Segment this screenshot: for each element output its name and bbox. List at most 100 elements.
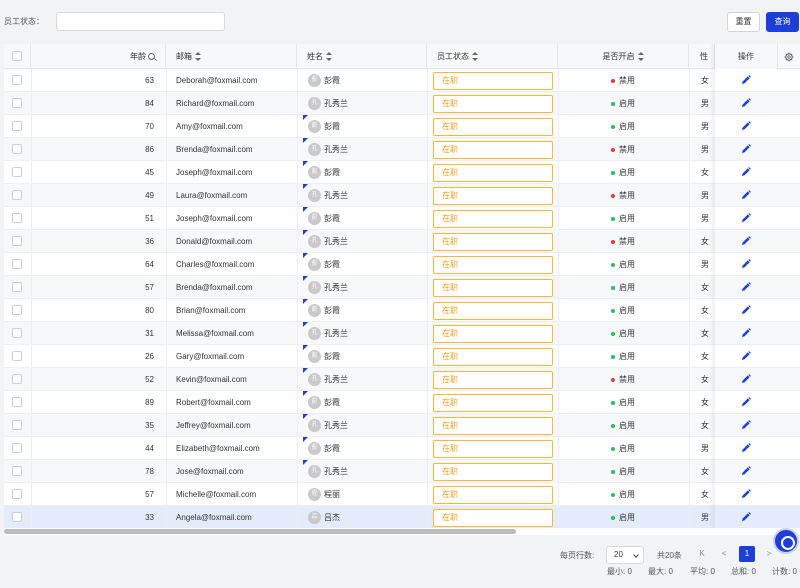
header-age[interactable]: 年龄 — [31, 44, 166, 69]
row-checkbox[interactable] — [12, 282, 22, 292]
row-checkbox[interactable] — [12, 167, 22, 177]
table-row[interactable]: 36 Donald@foxmail.com 孔孔秀兰 在职 禁用 女 — [4, 230, 800, 253]
header-email[interactable]: 邮箱 — [166, 44, 297, 69]
enabled-cell: 启用 — [619, 306, 635, 315]
row-checkbox[interactable] — [12, 75, 22, 85]
help-chat-button[interactable] — [773, 528, 799, 554]
gender-cell: 女 — [701, 490, 709, 499]
status-select[interactable]: 在职 — [433, 371, 553, 389]
row-checkbox[interactable] — [12, 305, 22, 315]
table-row[interactable]: 51 Joseph@foxmail.com 彭彭霞 在职 启用 男 — [4, 207, 800, 230]
row-checkbox[interactable] — [12, 328, 22, 338]
status-select[interactable]: 在职 — [433, 256, 553, 274]
table-row[interactable]: 70 Amy@foxmail.com 彭彭霞 在职 启用 男 — [4, 115, 800, 138]
row-checkbox[interactable] — [12, 121, 22, 131]
name-cell: 程丽 — [324, 490, 340, 499]
status-select[interactable]: 在职 — [433, 141, 553, 159]
status-dot — [611, 240, 615, 244]
gear-icon[interactable] — [784, 52, 794, 62]
avatar: 吕 — [308, 511, 321, 524]
status-select[interactable]: 在职 — [433, 279, 553, 297]
enabled-cell: 启用 — [619, 214, 635, 223]
name-cell: 孔秀兰 — [324, 99, 348, 108]
table-row[interactable]: 31 Melissa@foxmail.com 孔孔秀兰 在职 启用 女 — [4, 322, 800, 345]
status-select[interactable]: 在职 — [433, 486, 553, 504]
prev-page-button[interactable]: < — [716, 546, 732, 562]
status-select[interactable]: 在职 — [433, 509, 553, 527]
query-button[interactable]: 查询 — [766, 12, 799, 32]
table-row[interactable]: 44 Elizabeth@foxmail.com 彭彭霞 在职 启用 男 — [4, 437, 800, 460]
table-row[interactable]: 80 Brian@foxmail.com 彭彭霞 在职 启用 女 — [4, 299, 800, 322]
status-filter-input[interactable] — [56, 12, 225, 31]
status-select[interactable]: 在职 — [433, 325, 553, 343]
table-row[interactable]: 86 Brenda@foxmail.com 孔孔秀兰 在职 禁用 男 — [4, 138, 800, 161]
row-checkbox[interactable] — [12, 351, 22, 361]
search-icon[interactable] — [148, 53, 155, 61]
status-select[interactable]: 在职 — [433, 440, 553, 458]
status-select[interactable]: 在职 — [433, 348, 553, 366]
sort-icon[interactable] — [325, 52, 332, 62]
table-row[interactable]: 45 Joseph@foxmail.com 彭彭霞 在职 启用 女 — [4, 161, 800, 184]
reset-button[interactable]: 重置 — [727, 12, 760, 32]
status-select[interactable]: 在职 — [433, 417, 553, 435]
row-checkbox[interactable] — [12, 512, 22, 522]
table-row[interactable]: 26 Gary@foxmail.com 彭彭霞 在职 启用 女 — [4, 345, 800, 368]
page-size-select[interactable]: 20 — [606, 546, 644, 564]
table-row[interactable]: 64 Charles@foxmail.com 彭彭霞 在职 启用 男 — [4, 253, 800, 276]
sort-icon[interactable] — [637, 52, 644, 62]
status-select[interactable]: 在职 — [433, 118, 553, 136]
status-select[interactable]: 在职 — [433, 394, 553, 412]
table-row[interactable]: 84 Richard@foxmail.com 孔孔秀兰 在职 启用 男 — [4, 92, 800, 115]
age-cell: 78 — [145, 467, 154, 476]
table-row[interactable]: 49 Laura@foxmail.com 孔孔秀兰 在职 禁用 男 — [4, 184, 800, 207]
table-row[interactable]: 52 Kevin@foxmail.com 孔孔秀兰 在职 禁用 女 — [4, 368, 800, 391]
status-dot — [611, 401, 615, 405]
row-checkbox[interactable] — [12, 236, 22, 246]
horizontal-scrollbar-thumb[interactable] — [4, 529, 516, 534]
row-checkbox[interactable] — [12, 144, 22, 154]
table-row[interactable]: 35 Jeffrey@foxmail.com 孔孔秀兰 在职 启用 女 — [4, 414, 800, 437]
header-gender[interactable]: 性别 — [689, 44, 715, 69]
table-row[interactable]: 63 Deborah@foxmail.com 彭彭霞 在职 禁用 女 — [4, 69, 800, 92]
row-checkbox[interactable] — [12, 420, 22, 430]
status-select[interactable]: 在职 — [433, 233, 553, 251]
page-1-button[interactable]: 1 — [739, 546, 755, 562]
status-select[interactable]: 在职 — [433, 463, 553, 481]
row-checkbox[interactable] — [12, 374, 22, 384]
header-settings[interactable] — [778, 44, 800, 69]
row-checkbox[interactable] — [12, 213, 22, 223]
email-cell: Charles@foxmail.com — [176, 260, 255, 269]
row-checkbox[interactable] — [12, 397, 22, 407]
status-dot — [611, 194, 615, 198]
table-row[interactable]: 57 Michelle@foxmail.com 程程丽 在职 启用 女 — [4, 483, 800, 506]
sort-icon[interactable] — [194, 52, 201, 62]
table-row[interactable]: 89 Robert@foxmail.com 彭彭霞 在职 启用 女 — [4, 391, 800, 414]
row-checkbox[interactable] — [12, 466, 22, 476]
header-status[interactable]: 员工状态 — [427, 44, 558, 69]
name-cell: 孔秀兰 — [324, 467, 348, 476]
row-checkbox[interactable] — [12, 190, 22, 200]
avatar: 孔 — [308, 97, 321, 110]
status-select[interactable]: 在职 — [433, 95, 553, 113]
name-cell: 彭霞 — [324, 168, 340, 177]
first-page-button[interactable]: K — [694, 546, 710, 562]
row-checkbox[interactable] — [12, 489, 22, 499]
select-all-checkbox[interactable] — [12, 51, 22, 61]
status-select[interactable]: 在职 — [433, 72, 553, 90]
header-enabled[interactable]: 是否开启 — [558, 44, 689, 69]
status-select[interactable]: 在职 — [433, 187, 553, 205]
table-row[interactable]: 33 Angela@foxmail.com 吕吕杰 在职 启用 男 — [4, 506, 800, 529]
row-checkbox[interactable] — [12, 98, 22, 108]
status-select[interactable]: 在职 — [433, 302, 553, 320]
table-row[interactable]: 78 Jose@foxmail.com 孔孔秀兰 在职 启用 女 — [4, 460, 800, 483]
status-select[interactable]: 在职 — [433, 164, 553, 182]
row-checkbox[interactable] — [12, 443, 22, 453]
email-cell: Joseph@foxmail.com — [176, 168, 253, 177]
enabled-cell: 启用 — [619, 421, 635, 430]
table-row[interactable]: 57 Brenda@foxmail.com 孔孔秀兰 在职 启用 女 — [4, 276, 800, 299]
row-checkbox[interactable] — [12, 259, 22, 269]
status-select[interactable]: 在职 — [433, 210, 553, 228]
sort-icon[interactable] — [471, 52, 478, 62]
age-cell: 35 — [145, 421, 154, 430]
header-name[interactable]: 姓名 — [297, 44, 427, 69]
